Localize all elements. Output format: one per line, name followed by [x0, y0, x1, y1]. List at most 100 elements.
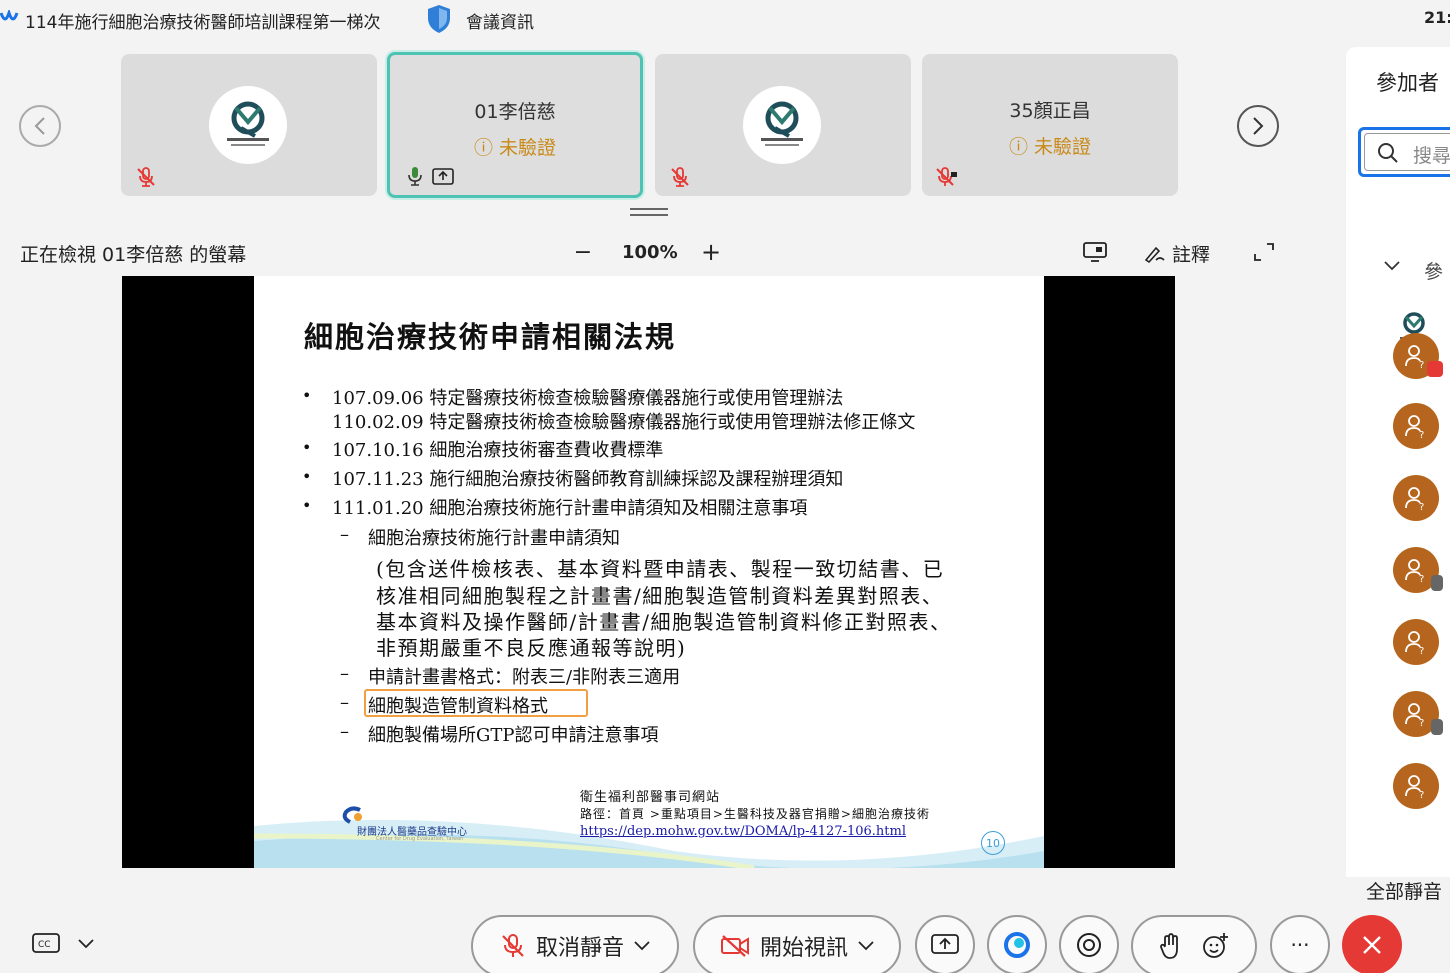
slide-line: 核准相同細胞製程之計畫書/細胞製造管制資料差異對照表、: [376, 584, 944, 608]
slide-line: 107.11.23 施行細胞治療技術醫師教育訓練採認及課程辦理須知: [332, 469, 844, 490]
unmute-button[interactable]: 取消靜音: [471, 915, 679, 973]
verify-status: ⓘ 未驗證: [473, 137, 557, 159]
source-link[interactable]: https://dep.mohw.gov.tw/DOMA/lp-4127-106…: [580, 824, 906, 839]
participant-avatar[interactable]: ?: [1393, 475, 1439, 521]
participant-avatar[interactable]: ?: [1393, 763, 1439, 809]
mute-all-button[interactable]: 全部靜音: [1366, 877, 1442, 904]
svg-text:?: ?: [1419, 502, 1424, 511]
participants-panel: 參加者 搜尋 參 ? ? ? ? ? ? ? 全部靜音: [1346, 47, 1450, 903]
record-button[interactable]: [1059, 915, 1119, 973]
svg-text:?: ?: [1419, 430, 1424, 439]
org-logo: [743, 86, 821, 164]
source-title: 衛生福利部醫事司網站: [580, 790, 721, 805]
zoom-out-button[interactable]: −: [572, 240, 594, 265]
dash: –: [340, 721, 349, 742]
zoom-in-button[interactable]: +: [700, 238, 722, 266]
record-icon: [1077, 933, 1101, 957]
participant-avatar[interactable]: ?: [1393, 403, 1439, 449]
slide-line: 110.02.09 特定醫療技術檢查檢驗醫療儀器施行或使用管理辦法修正條文: [332, 412, 916, 433]
screen-options-icon[interactable]: [1083, 242, 1107, 262]
svg-text:?: ?: [1419, 790, 1424, 799]
slide-line: (包含送件檢核表、基本資料暨申請表、製程一致切結書、已: [376, 557, 945, 581]
slide-line: 111.01.20 細胞治療技術施行計畫申請須知及相關注意事項: [332, 498, 808, 519]
user-unverified-icon: ?: [1405, 631, 1424, 655]
svg-text:?: ?: [1419, 574, 1424, 583]
mic-active-icon: [408, 167, 422, 186]
close-icon: [1363, 936, 1381, 954]
raise-hand-icon[interactable]: [1159, 932, 1183, 960]
participant-name: 35顏正昌: [1009, 100, 1091, 122]
share-screen-button[interactable]: [915, 915, 975, 973]
mic-muted-icon: [502, 934, 524, 957]
chevron-left-icon: [34, 117, 45, 135]
slide-line: 申請計畫書格式：附表三/非附表三適用: [368, 667, 681, 688]
viewing-label: 正在檢視 01李倍慈 的螢幕: [20, 244, 247, 266]
bullet: •: [302, 386, 312, 405]
dash: –: [340, 524, 349, 545]
reaction-emoji-icon[interactable]: [1201, 932, 1229, 960]
closed-captions-icon: CC: [32, 933, 60, 953]
slide: 細胞治療技術申請相關法規 • 107.09.06 特定醫療技術檢查檢驗醫療儀器施…: [254, 276, 1044, 868]
participant-avatar[interactable]: ?: [1393, 691, 1443, 737]
chevron-right-icon: [1253, 117, 1264, 135]
screen-share-icon: [432, 168, 454, 185]
ai-assistant-button[interactable]: [987, 915, 1047, 973]
meeting-info-link[interactable]: 會議資訊: [466, 8, 534, 33]
bullet: •: [302, 467, 312, 486]
dash: –: [340, 663, 349, 684]
screen-share-icon: [931, 934, 959, 954]
org-logo-icon: [227, 101, 269, 146]
org-logo-icon: [761, 101, 803, 146]
question-circle-icon: ⓘ: [473, 137, 493, 159]
participant-tile-2[interactable]: 01李倍慈 ⓘ 未驗證: [387, 52, 643, 198]
participant-tile-4[interactable]: 35顏正昌 ⓘ 未驗證: [922, 54, 1178, 196]
question-circle-icon: ⓘ: [1008, 136, 1028, 158]
svg-text:CC: CC: [38, 940, 51, 950]
slide-line: 107.10.16 細胞治療技術審查費收費標準: [332, 440, 664, 461]
video-off-icon: [720, 935, 749, 957]
participant-tile-1[interactable]: [121, 54, 377, 196]
chevron-down-icon: [858, 941, 874, 951]
source-path: 路徑：首頁 >重點項目>生醫科技及器官捐贈>細胞治療技術: [580, 807, 930, 821]
svg-text:?: ?: [1419, 646, 1424, 655]
fullscreen-icon[interactable]: [1253, 242, 1275, 262]
verify-status: ⓘ 未驗證: [1008, 136, 1092, 158]
leave-meeting-button[interactable]: [1342, 915, 1402, 973]
slide-line: 細胞治療技術施行計畫申請須知: [368, 528, 620, 549]
zoom-level: 100%: [622, 242, 678, 263]
participant-avatar[interactable]: ?: [1393, 547, 1443, 593]
slide-line: 細胞製備場所GTP認可申請注意事項: [368, 725, 659, 746]
annotate-button[interactable]: 註釋: [1144, 240, 1210, 267]
start-video-button[interactable]: 開始視訊: [693, 915, 901, 973]
drag-handle-icon[interactable]: [630, 207, 668, 217]
shared-screen[interactable]: 細胞治療技術申請相關法規 • 107.09.06 特定醫療技術檢查檢驗醫療儀器施…: [122, 276, 1175, 868]
title-bar: 114年施行細胞治療技術醫師培訓課程第一梯次 會議資訊 21:5: [0, 0, 1450, 40]
participant-tile-3[interactable]: [655, 54, 911, 196]
start-video-label: 開始視訊: [759, 936, 848, 961]
slide-line: 基本資料及操作醫師/計畫書/細胞製造管制資料修正對照表、: [376, 610, 952, 634]
search-icon: [1378, 143, 1398, 163]
bullet: •: [302, 438, 312, 457]
more-options-button[interactable]: ···: [1270, 915, 1330, 973]
participant-search-input[interactable]: 搜尋: [1358, 127, 1450, 177]
user-unverified-icon: ?: [1405, 415, 1424, 439]
ai-assistant-icon: [1004, 932, 1030, 958]
strip-prev-button[interactable]: [19, 105, 61, 147]
unmute-label: 取消靜音: [535, 936, 624, 961]
strip-next-button[interactable]: [1237, 105, 1279, 147]
participant-avatar[interactable]: ?: [1393, 619, 1439, 665]
meeting-title: 114年施行細胞治療技術醫師培訓課程第一梯次: [25, 13, 381, 33]
shield-icon[interactable]: [426, 4, 452, 34]
captions-button[interactable]: CC: [32, 933, 94, 955]
chevron-down-icon: [78, 939, 94, 949]
dash: –: [340, 692, 349, 713]
org-logo: [209, 86, 287, 164]
bullet: •: [302, 496, 312, 515]
search-placeholder: 搜尋: [1413, 145, 1450, 167]
user-unverified-icon: ?: [1405, 703, 1424, 727]
clock: 21:5: [1424, 8, 1450, 27]
participant-section-label[interactable]: 參: [1424, 257, 1443, 284]
user-unverified-icon: ?: [1405, 559, 1424, 583]
participant-avatar[interactable]: ?: [1393, 333, 1443, 379]
chevron-down-icon[interactable]: [1384, 261, 1400, 271]
